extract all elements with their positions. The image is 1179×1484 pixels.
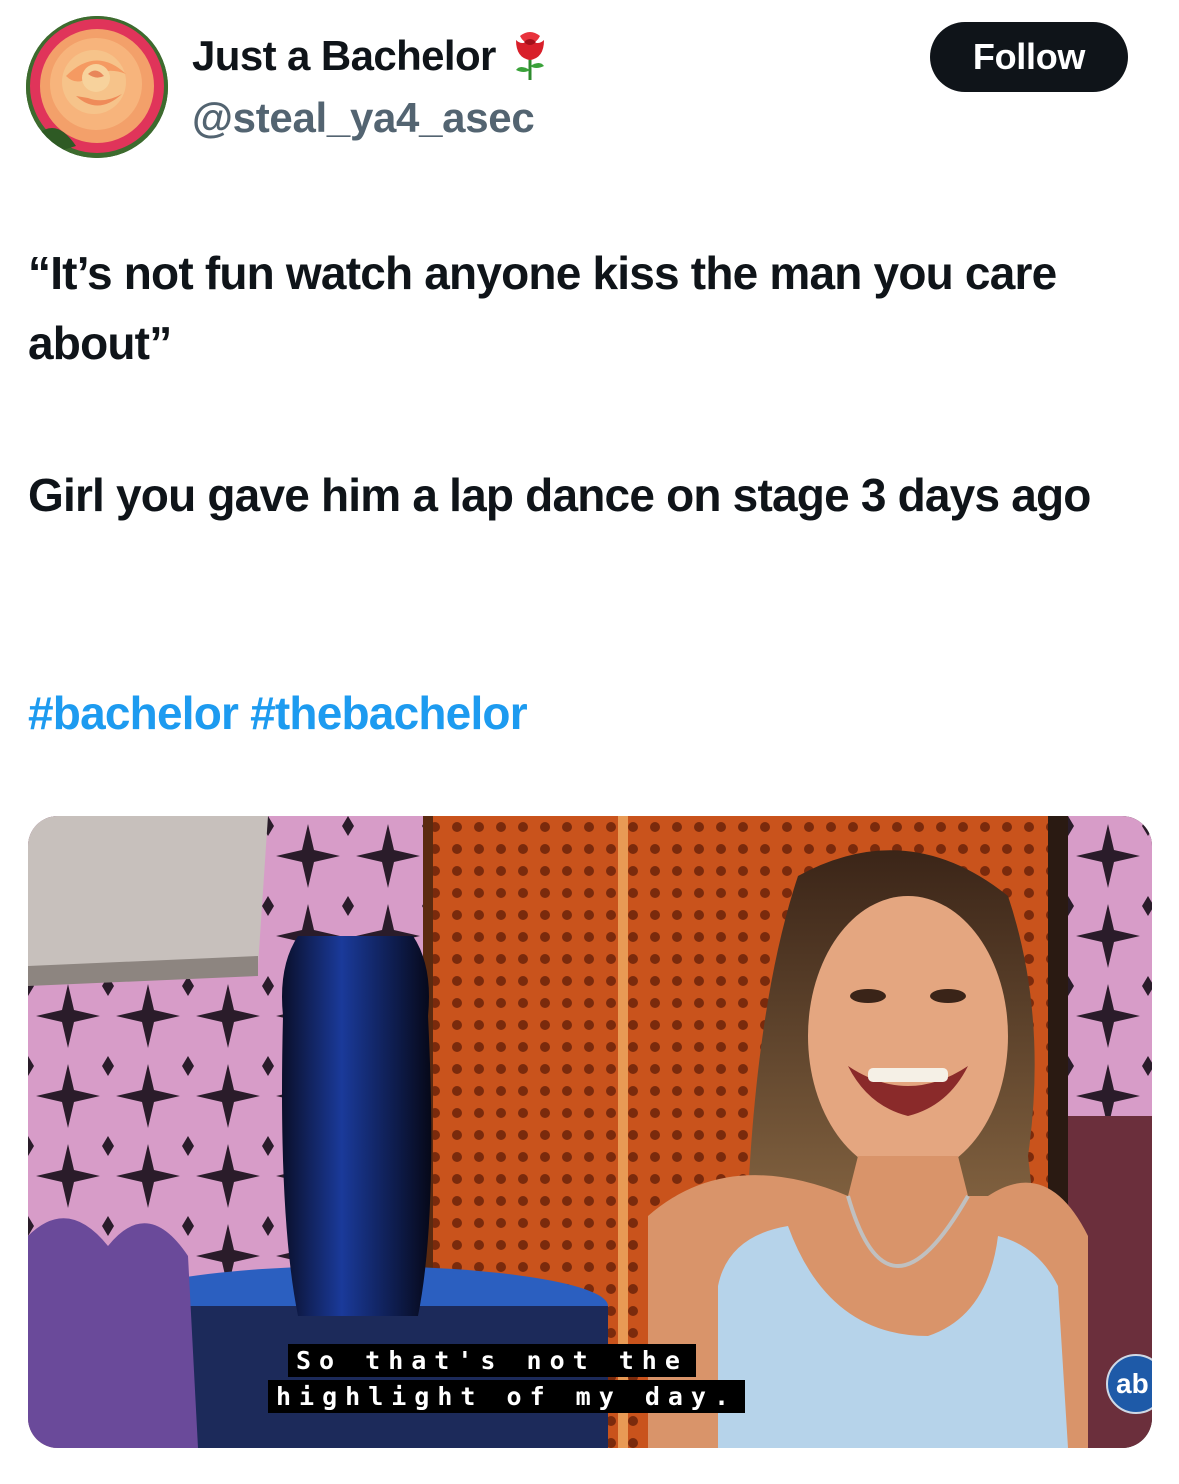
- author-handle[interactable]: @steal_ya4_asec: [192, 94, 535, 142]
- rose-icon: [515, 32, 544, 80]
- rose-avatar-image: [26, 16, 168, 158]
- follow-button[interactable]: Follow: [930, 22, 1128, 92]
- subtitle-line-1: So that's not the: [288, 1344, 696, 1377]
- tweet-paragraph-2: Girl you gave him a lap dance on stage 3…: [28, 469, 1091, 521]
- author-name-row[interactable]: Just a Bachelor: [192, 30, 558, 82]
- display-name[interactable]: Just a Bachelor: [192, 32, 496, 80]
- hashtag-thebachelor[interactable]: #thebachelor: [250, 687, 528, 739]
- tweet-paragraph-1: “It’s not fun watch anyone kiss the man …: [28, 247, 1057, 369]
- hashtag-bachelor[interactable]: #bachelor: [28, 687, 239, 739]
- hashtag-row: #bachelor #thebachelor: [28, 678, 528, 748]
- avatar[interactable]: [26, 16, 168, 158]
- tweet-header: Just a Bachelor @steal_ya4_asec Follow: [0, 0, 1179, 180]
- subtitle-line-2: highlight of my day.: [268, 1380, 746, 1413]
- tweet-media[interactable]: So that's not the highlight of my day. a…: [28, 816, 1152, 1448]
